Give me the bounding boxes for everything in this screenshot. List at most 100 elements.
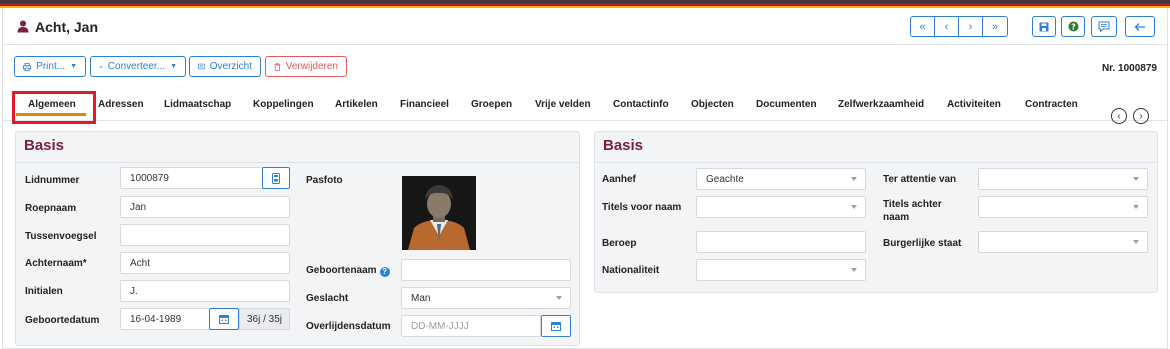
last-record-button[interactable]: » (983, 17, 1007, 36)
lidnummer-label: Lidnummer (25, 175, 80, 186)
previous-record-button[interactable]: ‹ (935, 17, 959, 36)
tab-objecten[interactable]: Objecten (691, 99, 734, 110)
age-display: 36j / 35j (239, 308, 290, 330)
titels-achter-naam-select[interactable] (978, 196, 1148, 218)
geslacht-select[interactable]: Man (401, 287, 571, 309)
dropdown-caret-icon (1133, 205, 1139, 209)
geboortedatum-calendar-button[interactable] (209, 308, 239, 330)
brand-stripe (0, 0, 1170, 8)
save-button[interactable] (1032, 16, 1056, 37)
next-record-button[interactable]: › (959, 17, 983, 36)
overlijdensdatum-placeholder: DD-MM-JJJJ (411, 320, 469, 332)
chevron-down-icon: ▼ (70, 63, 77, 70)
convert-arrows-icon (99, 64, 103, 69)
ter-attentie-van-select[interactable] (978, 168, 1148, 190)
achternaam-label: Achternaam* (25, 258, 87, 269)
profile-photo[interactable] (402, 176, 476, 250)
nationaliteit-label: Nationaliteit (602, 265, 660, 276)
convert-label: Converteer... (107, 61, 166, 72)
basis-panel-left: Basis Lidnummer 1000879 Roepnaam Jan Tus… (15, 131, 580, 346)
tab-contactinfo[interactable]: Contactinfo (613, 99, 669, 110)
overview-label: Overzicht (209, 61, 252, 72)
member-number: Nr. 1000879 (1101, 63, 1157, 74)
aanhef-select[interactable]: Geachte (696, 168, 866, 190)
lidnummer-value: 1000879 (130, 172, 169, 184)
tabs-scroll-right-button[interactable]: › (1133, 108, 1149, 124)
roepnaam-value: Jan (130, 201, 147, 213)
tab-zelfwerkzaamheid[interactable]: Zelfwerkzaamheid (838, 99, 924, 110)
beroep-field[interactable] (696, 231, 866, 253)
ter-attentie-van-label: Ter attentie van (883, 174, 957, 185)
tab-documenten[interactable]: Documenten (756, 99, 817, 110)
tab-contracten[interactable]: Contracten (1025, 99, 1078, 110)
nationaliteit-select[interactable] (696, 259, 866, 281)
tussenvoegsel-field[interactable] (120, 224, 290, 246)
first-record-button[interactable]: « (911, 17, 935, 36)
geboortenaam-label: Geboortenaam? (306, 265, 390, 277)
page-title: Acht, Jan (35, 19, 99, 35)
back-button[interactable] (1125, 16, 1155, 37)
tab-lidmaatschap[interactable]: Lidmaatschap (164, 99, 231, 110)
dropdown-caret-icon (851, 205, 857, 209)
geboortenaam-label-text: Geboortenaam (306, 265, 377, 276)
calendar-icon (219, 315, 229, 324)
delete-label: Verwijderen (285, 61, 338, 72)
active-tab-highlight (12, 91, 96, 124)
initialen-label: Initialen (25, 286, 63, 297)
titels-achter-naam-label: Titels achter naam (883, 199, 942, 223)
tab-financieel[interactable]: Financieel (400, 99, 449, 110)
svg-text:?: ? (1071, 22, 1076, 31)
print-label: Print... (36, 61, 66, 72)
roepnaam-field[interactable]: Jan (120, 196, 290, 218)
titels-voor-naam-label: Titels voor naam (602, 202, 682, 213)
dropdown-caret-icon (851, 268, 857, 272)
action-toolbar: Print... ▼ Converteer... ▼ Overzicht Ver… (3, 45, 1167, 89)
save-icon (1039, 22, 1049, 31)
overlijdensdatum-label: Overlijdensdatum (306, 321, 391, 332)
achternaam-field[interactable]: Acht (120, 252, 290, 274)
overview-button[interactable]: Overzicht (189, 56, 261, 77)
info-icon[interactable]: ? (379, 267, 390, 277)
trash-icon (274, 62, 281, 71)
tab-vrije-velden[interactable]: Vrije velden (535, 99, 591, 110)
burgerlijke-staat-select[interactable] (978, 231, 1148, 253)
overlijdensdatum-field[interactable]: DD-MM-JJJJ (401, 315, 541, 337)
convert-dropdown-button[interactable]: Converteer... ▼ (90, 56, 186, 77)
geboortedatum-value: 16-04-1989 (130, 313, 182, 325)
help-icon: ? (1068, 21, 1078, 32)
calculator-button[interactable] (262, 167, 290, 189)
tab-groepen[interactable]: Groepen (471, 99, 512, 110)
initialen-field[interactable]: J. (120, 280, 290, 302)
help-button[interactable]: ? (1061, 16, 1085, 37)
tab-artikelen[interactable]: Artikelen (335, 99, 378, 110)
dropdown-caret-icon (1133, 240, 1139, 244)
delete-button[interactable]: Verwijderen (265, 56, 347, 77)
user-icon (17, 20, 29, 33)
calculator-icon (272, 172, 280, 184)
age-value: 36j / 35j (246, 313, 283, 325)
avatar-placeholder-icon (402, 176, 476, 250)
tabs-scroll-left-button[interactable]: ‹ (1111, 108, 1127, 124)
printer-icon (23, 62, 32, 71)
record-navigation: « ‹ › » (910, 16, 1008, 37)
chevron-left-icon: ‹ (1117, 110, 1121, 122)
comment-button[interactable] (1091, 16, 1117, 37)
beroep-label: Beroep (602, 238, 637, 249)
panel-divider (595, 162, 1157, 163)
dropdown-caret-icon (556, 296, 562, 300)
titels-voor-naam-select[interactable] (696, 196, 866, 218)
tussenvoegsel-label: Tussenvoegsel (25, 231, 97, 242)
chevron-right-icon: › (1139, 110, 1143, 122)
tab-adressen[interactable]: Adressen (98, 99, 144, 110)
arrow-left-icon (1134, 22, 1145, 31)
geboortedatum-field[interactable]: 16-04-1989 (120, 308, 210, 330)
geboortenaam-field[interactable] (401, 259, 571, 281)
geslacht-label: Geslacht (306, 293, 349, 304)
aanhef-label: Aanhef (602, 174, 636, 185)
dropdown-caret-icon (851, 177, 857, 181)
tab-activiteiten[interactable]: Activiteiten (947, 99, 1001, 110)
overlijdensdatum-calendar-button[interactable] (541, 315, 571, 337)
tab-koppelingen[interactable]: Koppelingen (253, 99, 314, 110)
print-dropdown-button[interactable]: Print... ▼ (14, 56, 86, 77)
aanhef-value: Geachte (706, 173, 744, 185)
